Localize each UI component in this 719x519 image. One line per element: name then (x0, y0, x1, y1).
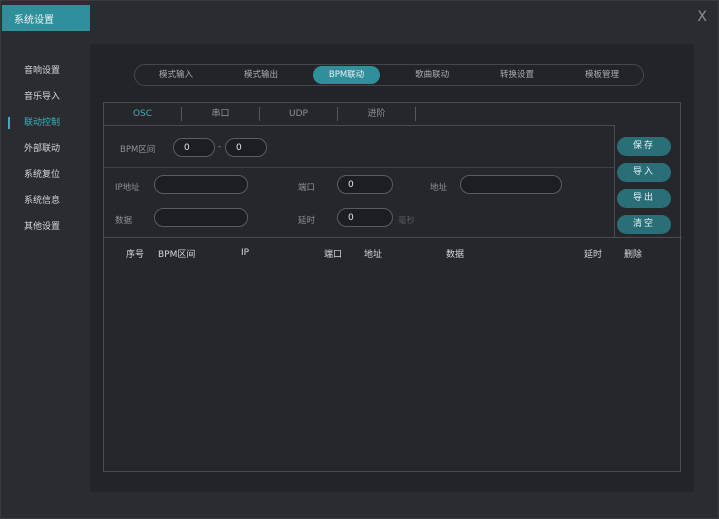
port-input[interactable] (337, 175, 393, 194)
data-input[interactable] (154, 208, 248, 227)
divider (104, 167, 614, 168)
sidebar-item-system-reset[interactable]: 系统复位 (0, 162, 90, 188)
col-port: 端口 (324, 249, 343, 260)
ip-address-label: IP地址 (115, 183, 140, 193)
col-address: 地址 (364, 249, 383, 260)
tab-template-management[interactable]: 模板管理 (569, 66, 635, 84)
col-ip: IP (241, 248, 250, 258)
tab-osc[interactable]: OSC (104, 107, 182, 121)
delay-input[interactable] (337, 208, 393, 227)
sidebar-item-system-info[interactable]: 系统信息 (0, 188, 90, 214)
tab-song-linkage[interactable]: 歌曲联动 (399, 66, 465, 84)
sidebar-item-audio-settings[interactable]: 音响设置 (0, 58, 90, 84)
tab-conversion-settings[interactable]: 转换设置 (484, 66, 550, 84)
tab-bpm-linkage[interactable]: BPM联动 (312, 66, 381, 84)
sidebar-item-other-settings[interactable]: 其他设置 (0, 214, 90, 240)
sidebar-item-music-import[interactable]: 音乐导入 (0, 84, 90, 110)
sidebar-item-linkage-control[interactable]: 联动控制 (0, 110, 90, 136)
col-data: 数据 (446, 249, 465, 260)
data-label: 数据 (115, 216, 133, 226)
export-button[interactable]: 导出 (617, 189, 671, 208)
divider (614, 125, 615, 237)
col-delete: 删除 (624, 249, 643, 260)
address-input[interactable] (460, 175, 562, 194)
close-icon[interactable]: X (697, 10, 707, 24)
table-body (116, 265, 674, 465)
port-label: 端口 (298, 183, 316, 193)
delay-label: 延时 (298, 216, 316, 226)
bpm-linkage-panel: OSC 串口 UDP 进阶 BPM区间 - IP地址 端口 地址 数据 延时 毫… (103, 102, 682, 472)
table-header: 序号 BPM区间 IP 端口 地址 数据 延时 删除 (116, 244, 674, 262)
divider (104, 237, 682, 238)
bpm-to-input[interactable] (225, 138, 267, 157)
main-panel: 模式输入 模式输出 BPM联动 歌曲联动 转换设置 模板管理 OSC 串口 UD… (90, 44, 694, 492)
window-title: 系统设置 (2, 5, 90, 31)
sidebar-item-external-linkage[interactable]: 外部联动 (0, 136, 90, 162)
tab-serial[interactable]: 串口 (182, 107, 260, 121)
delay-unit-label: 毫秒 (398, 216, 416, 226)
top-tab-bar: 模式输入 模式输出 BPM联动 歌曲联动 转换设置 模板管理 (134, 64, 644, 86)
tab-mode-output[interactable]: 模式输出 (228, 66, 294, 84)
import-button[interactable]: 导入 (617, 163, 671, 182)
sidebar: 音响设置 音乐导入 联动控制 外部联动 系统复位 系统信息 其他设置 (0, 58, 90, 240)
col-index: 序号 (126, 249, 145, 260)
bpm-from-input[interactable] (173, 138, 215, 157)
address-label: 地址 (430, 183, 448, 193)
divider (104, 125, 614, 126)
tab-udp[interactable]: UDP (260, 107, 338, 121)
bpm-range-label: BPM区间 (120, 145, 156, 155)
protocol-tab-bar: OSC 串口 UDP 进阶 (104, 103, 416, 125)
ip-address-input[interactable] (154, 175, 248, 194)
tab-advanced[interactable]: 进阶 (338, 107, 416, 121)
tab-mode-input[interactable]: 模式输入 (143, 66, 209, 84)
save-button[interactable]: 保存 (617, 137, 671, 156)
col-delay: 延时 (584, 249, 603, 260)
clear-button[interactable]: 清空 (617, 215, 671, 234)
col-bpm-range: BPM区间 (158, 249, 196, 260)
bpm-range-separator: - (218, 142, 222, 152)
